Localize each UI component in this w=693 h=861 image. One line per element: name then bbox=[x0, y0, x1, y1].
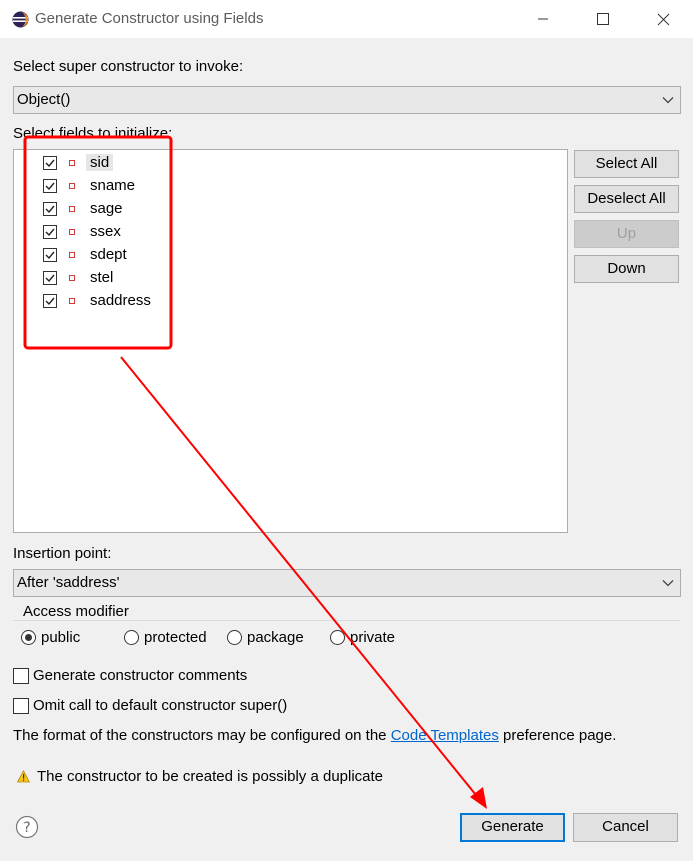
field-name: sage bbox=[90, 200, 123, 217]
super-constructor-label: Select super constructor to invoke: bbox=[13, 58, 244, 75]
checkmark-icon bbox=[45, 251, 55, 260]
chevron-down-icon bbox=[662, 580, 674, 587]
checkmark-icon bbox=[45, 228, 55, 237]
field-name: saddress bbox=[90, 292, 151, 309]
insertion-point-value: After 'saddress' bbox=[17, 574, 120, 591]
cancel-button[interactable]: Cancel bbox=[573, 813, 678, 842]
field-row-sage[interactable]: sage bbox=[14, 198, 214, 221]
field-name: sid bbox=[86, 154, 114, 171]
up-button[interactable]: Up bbox=[574, 220, 679, 248]
field-checkbox[interactable] bbox=[43, 202, 57, 216]
minimize-button[interactable] bbox=[520, 0, 566, 38]
radio-button[interactable] bbox=[227, 630, 242, 645]
field-icon bbox=[69, 229, 75, 235]
field-row-sname[interactable]: sname bbox=[14, 175, 214, 198]
eclipse-icon bbox=[12, 11, 29, 28]
field-checkbox[interactable] bbox=[43, 225, 57, 239]
field-name: stel bbox=[90, 269, 114, 286]
radio-label: protected bbox=[144, 629, 207, 646]
close-icon bbox=[657, 13, 669, 25]
radio-private[interactable]: private bbox=[330, 629, 410, 649]
generate-comments-checkbox[interactable] bbox=[13, 668, 29, 684]
radio-package[interactable]: package bbox=[227, 629, 322, 649]
access-modifier-legend: Access modifier bbox=[22, 603, 130, 620]
fields-list[interactable]: sid sname sage ssex sdept stel saddress bbox=[13, 149, 568, 533]
checkmark-icon bbox=[45, 182, 55, 191]
radio-public[interactable]: public bbox=[21, 629, 101, 649]
close-button[interactable] bbox=[640, 0, 686, 38]
checkmark-icon bbox=[45, 159, 55, 168]
field-row-stel[interactable]: stel bbox=[14, 267, 214, 290]
super-constructor-value: Object() bbox=[17, 91, 71, 108]
field-icon bbox=[69, 298, 75, 304]
field-name: sname bbox=[90, 177, 136, 194]
super-constructor-select[interactable]: Object() bbox=[13, 86, 681, 114]
annotation-arrowhead bbox=[470, 787, 487, 809]
window-title: Generate Constructor using Fields bbox=[35, 10, 264, 27]
maximize-button[interactable] bbox=[580, 0, 626, 38]
field-checkbox[interactable] bbox=[43, 294, 57, 308]
info-text: The format of the constructors may be co… bbox=[13, 727, 616, 744]
omit-super-checkbox[interactable] bbox=[13, 698, 29, 714]
radio-dot bbox=[25, 634, 32, 641]
field-row-sdept[interactable]: sdept bbox=[14, 244, 214, 267]
field-name: ssex bbox=[90, 223, 121, 240]
radio-button[interactable] bbox=[21, 630, 36, 645]
insertion-point-label: Insertion point: bbox=[13, 545, 112, 562]
field-icon bbox=[69, 252, 75, 258]
generate-comments-option[interactable]: Generate constructor comments bbox=[13, 667, 313, 687]
chevron-down-icon bbox=[662, 97, 674, 104]
checkmark-icon bbox=[45, 274, 55, 283]
field-row-ssex[interactable]: ssex bbox=[14, 221, 214, 244]
field-row-sid[interactable]: sid bbox=[14, 152, 214, 175]
svg-text:?: ? bbox=[23, 820, 30, 836]
help-icon[interactable]: ? bbox=[15, 815, 39, 839]
field-checkbox[interactable] bbox=[43, 271, 57, 285]
omit-super-label: Omit call to default constructor super() bbox=[33, 697, 288, 714]
generate-button[interactable]: Generate bbox=[460, 813, 565, 842]
code-templates-link[interactable]: Code Templates bbox=[391, 727, 499, 744]
select-all-button[interactable]: Select All bbox=[574, 150, 679, 178]
field-icon bbox=[69, 183, 75, 189]
omit-super-option[interactable]: Omit call to default constructor super() bbox=[13, 697, 343, 717]
radio-label: private bbox=[350, 629, 396, 646]
field-row-saddress[interactable]: saddress bbox=[14, 290, 214, 313]
maximize-icon bbox=[597, 13, 609, 25]
down-button[interactable]: Down bbox=[574, 255, 679, 283]
radio-protected[interactable]: protected bbox=[124, 629, 224, 649]
checkmark-icon bbox=[45, 205, 55, 214]
info-suffix: preference page. bbox=[498, 727, 617, 744]
field-icon bbox=[69, 160, 75, 166]
radio-label: package bbox=[247, 629, 304, 646]
field-checkbox[interactable] bbox=[43, 248, 57, 262]
field-checkbox[interactable] bbox=[43, 156, 57, 170]
generate-comments-label: Generate constructor comments bbox=[33, 667, 248, 684]
insertion-point-select[interactable]: After 'saddress' bbox=[13, 569, 681, 597]
info-prefix: The format of the constructors may be co… bbox=[13, 727, 391, 744]
radio-button[interactable] bbox=[124, 630, 139, 645]
field-icon bbox=[69, 206, 75, 212]
fields-label: Select fields to initialize: bbox=[13, 125, 173, 142]
field-icon bbox=[69, 275, 75, 281]
deselect-all-button[interactable]: Deselect All bbox=[574, 185, 679, 213]
radio-button[interactable] bbox=[330, 630, 345, 645]
minimize-icon bbox=[538, 18, 548, 20]
warning-icon bbox=[17, 770, 30, 783]
radio-label: public bbox=[41, 629, 81, 646]
field-name: sdept bbox=[90, 246, 127, 263]
field-checkbox[interactable] bbox=[43, 179, 57, 193]
warning-text: The constructor to be created is possibl… bbox=[37, 768, 384, 785]
checkmark-icon bbox=[45, 297, 55, 306]
